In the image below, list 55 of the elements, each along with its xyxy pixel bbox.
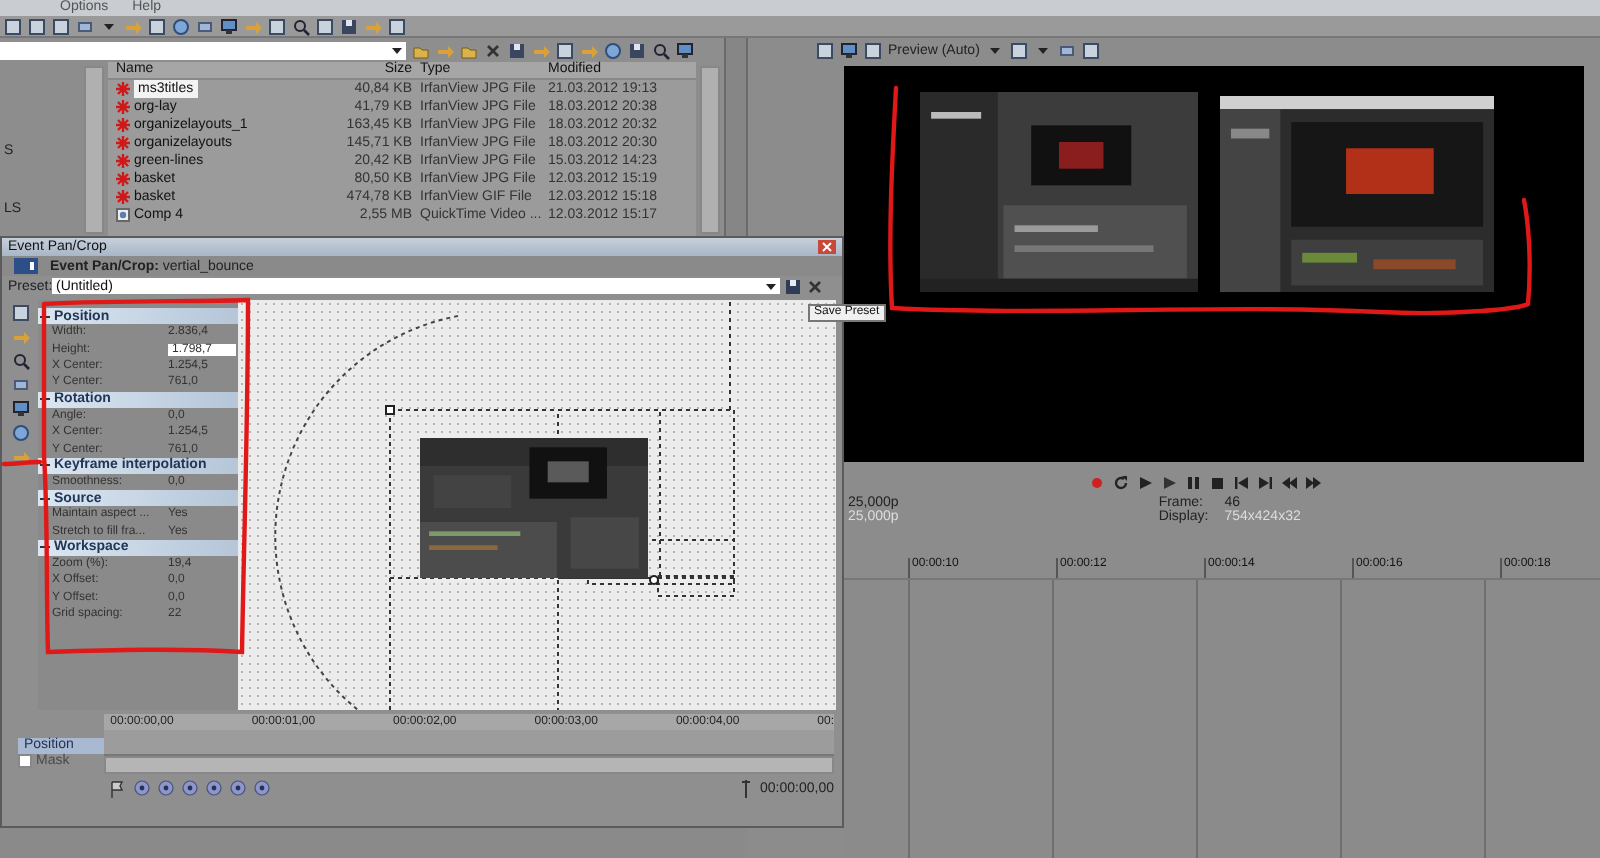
address-field[interactable] — [0, 41, 406, 59]
monitor-icon[interactable] — [676, 41, 694, 59]
step-back-icon[interactable] — [1279, 474, 1297, 492]
square-icon[interactable] — [316, 17, 334, 35]
monitor-icon[interactable] — [220, 17, 238, 35]
loop-icon[interactable] — [1111, 474, 1129, 492]
circle-icon[interactable] — [11, 424, 29, 442]
square-icon[interactable] — [816, 41, 834, 59]
magnifier-icon[interactable] — [292, 17, 310, 35]
magnifier-icon[interactable] — [652, 41, 670, 59]
square-icon[interactable] — [388, 17, 406, 35]
pause-icon[interactable] — [1183, 474, 1201, 492]
close-icon[interactable] — [806, 277, 824, 295]
minus-icon[interactable] — [40, 460, 50, 471]
minus-icon[interactable] — [40, 394, 50, 405]
monitor-icon[interactable] — [840, 41, 858, 59]
cursor-icon — [740, 779, 753, 797]
video-file-icon — [116, 208, 130, 222]
magnifier-icon[interactable] — [11, 352, 29, 370]
save-icon[interactable] — [784, 277, 802, 295]
square-icon[interactable] — [268, 17, 286, 35]
square-icon[interactable] — [4, 17, 22, 35]
image-file-icon — [116, 172, 130, 186]
skip-forward-icon[interactable] — [1255, 474, 1273, 492]
minus-icon[interactable] — [40, 542, 50, 553]
image-file-icon — [116, 82, 130, 96]
square-icon[interactable] — [52, 17, 70, 35]
minus-icon[interactable] — [40, 493, 50, 504]
scrollbar[interactable] — [84, 66, 104, 234]
image-file-icon — [116, 154, 130, 168]
circle-icon[interactable] — [172, 17, 190, 35]
scrollbar[interactable] — [104, 756, 834, 774]
image-file-icon — [116, 100, 130, 114]
square-icon[interactable] — [1009, 41, 1028, 59]
step-forward-icon[interactable] — [1303, 474, 1321, 492]
flag-icon[interactable] — [108, 779, 127, 797]
scrollbar[interactable] — [700, 66, 720, 234]
monitor-icon[interactable] — [11, 400, 29, 418]
square-icon[interactable] — [556, 41, 574, 59]
image-file-icon — [116, 136, 130, 150]
square-icon[interactable] — [1081, 41, 1100, 59]
minus-icon[interactable] — [40, 311, 50, 321]
square-icon[interactable] — [148, 17, 166, 35]
close-icon[interactable] — [818, 240, 836, 254]
image-file-icon — [116, 118, 130, 132]
circle-icon[interactable] — [604, 41, 622, 59]
close-icon[interactable] — [484, 41, 502, 59]
skip-back-icon[interactable] — [1231, 474, 1249, 492]
stop-icon[interactable] — [1207, 474, 1225, 492]
square-icon[interactable] — [28, 17, 46, 35]
square-icon[interactable] — [864, 41, 882, 59]
square-icon[interactable] — [11, 304, 29, 322]
image-file-icon — [116, 190, 130, 204]
event-icon — [14, 258, 38, 274]
checkbox[interactable] — [18, 754, 32, 768]
